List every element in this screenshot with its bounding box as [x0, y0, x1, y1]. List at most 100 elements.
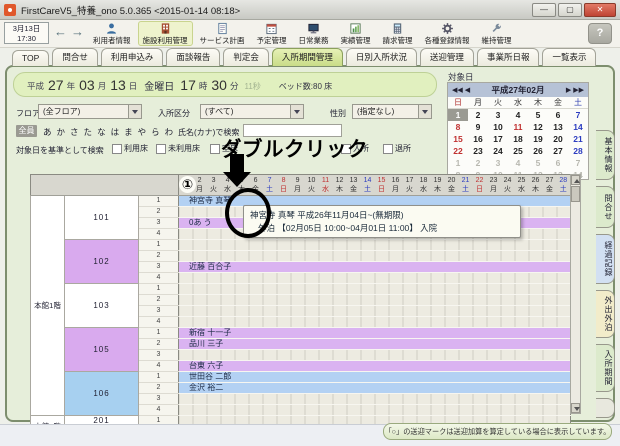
calendar-day[interactable]: 2: [468, 157, 488, 169]
kana-filter-や[interactable]: や: [138, 127, 147, 137]
calendar-day[interactable]: 4: [508, 157, 528, 169]
room-103[interactable]: 103: [65, 284, 139, 328]
side-tab-blank[interactable]: [596, 398, 615, 418]
room-102[interactable]: 102: [65, 240, 139, 284]
checkbox-box[interactable]: [156, 144, 166, 154]
kana-filter-ら[interactable]: ら: [151, 127, 160, 137]
floor-select[interactable]: (全フロア): [38, 104, 142, 119]
room-101[interactable]: 101: [65, 196, 139, 240]
occupancy-bar[interactable]: 台東 六子: [179, 361, 570, 371]
bed-timeline[interactable]: 近藤 百合子: [179, 262, 571, 273]
calendar-day[interactable]: 8: [448, 121, 468, 133]
toolbar-facility-usage-button[interactable]: 施設利用管理: [138, 21, 193, 46]
tab-送迎管理[interactable]: 送迎管理: [420, 48, 474, 66]
close-button[interactable]: ✕: [584, 3, 616, 17]
bed-timeline[interactable]: [179, 317, 571, 328]
chevron-down-icon[interactable]: [290, 105, 303, 118]
calendar-day[interactable]: 11: [508, 121, 528, 133]
side-tab-基本情報[interactable]: 基本情報: [596, 130, 615, 180]
calendar-day[interactable]: 5: [528, 157, 548, 169]
bed-timeline[interactable]: [179, 251, 571, 262]
occupancy-bar[interactable]: 近藤 百合子: [179, 262, 570, 272]
room-105[interactable]: 105: [65, 328, 139, 372]
kana-filter-か[interactable]: か: [57, 127, 66, 137]
bed-timeline[interactable]: [179, 405, 571, 416]
bed-timeline[interactable]: [179, 350, 571, 361]
room-106[interactable]: 106: [65, 372, 139, 416]
help-button[interactable]: ?: [588, 23, 612, 44]
kana-filter-ま[interactable]: ま: [124, 127, 133, 137]
calendar-day[interactable]: 4: [508, 109, 528, 121]
gender-select[interactable]: (指定なし): [352, 104, 432, 119]
checkbox-利用床[interactable]: 利用床: [112, 143, 148, 154]
chevron-down-icon[interactable]: [128, 105, 141, 118]
chevron-down-icon[interactable]: [418, 105, 431, 118]
occupancy-bar[interactable]: 金沢 裕二: [179, 383, 570, 393]
calendar-day[interactable]: 7: [568, 157, 588, 169]
title-bar[interactable]: FirstCareV5_特養_ono 5.0.365 <2015-01-14 0…: [0, 0, 620, 20]
next-month-icon[interactable]: ▶: [566, 86, 571, 94]
toolbar-service-plan-button[interactable]: サービス計画: [195, 21, 250, 46]
back-arrow-icon[interactable]: ←: [54, 24, 67, 39]
bed-timeline[interactable]: [179, 284, 571, 295]
forward-arrow-icon[interactable]: →: [71, 24, 84, 39]
calendar-day[interactable]: 9: [468, 121, 488, 133]
side-tab-外出外泊[interactable]: 外出外泊: [596, 290, 615, 338]
kana-all-button[interactable]: 全員: [16, 125, 37, 137]
checkbox-box[interactable]: [210, 144, 220, 154]
tab-問合せ[interactable]: 問合せ: [52, 48, 98, 66]
bed-timeline[interactable]: [179, 394, 571, 405]
calendar-day[interactable]: 3: [488, 109, 508, 121]
category-select[interactable]: (すべて): [200, 104, 304, 119]
scroll-up-icon[interactable]: [571, 175, 580, 185]
bed-timeline[interactable]: [179, 306, 571, 317]
next-year-icon[interactable]: ▶▶: [573, 86, 584, 94]
maximize-button[interactable]: ▢: [558, 3, 582, 17]
calendar-day[interactable]: 10: [488, 121, 508, 133]
bed-timeline[interactable]: [179, 273, 571, 284]
minimize-button[interactable]: —: [532, 3, 556, 17]
tab-事業所日報[interactable]: 事業所日報: [477, 48, 540, 66]
tab-一覧表示[interactable]: 一覧表示: [542, 48, 596, 66]
calendar-day[interactable]: 6: [548, 109, 568, 121]
kana-filter-た[interactable]: た: [84, 127, 93, 137]
toolbar-results-button[interactable]: 実績管理: [336, 21, 376, 46]
kana-filter-わ[interactable]: わ: [165, 127, 174, 137]
calendar-day[interactable]: 1: [448, 109, 468, 121]
calendar-day[interactable]: 5: [528, 109, 548, 121]
calendar-day[interactable]: 13: [548, 121, 568, 133]
bed-timeline[interactable]: [179, 295, 571, 306]
kana-filter-は[interactable]: は: [111, 127, 120, 137]
toolbar-daily-work-button[interactable]: 日常業務: [294, 21, 334, 46]
toolbar-registration-button[interactable]: 各種登録情報: [420, 21, 475, 46]
tab-判定会[interactable]: 判定会: [223, 48, 269, 66]
calendar-day[interactable]: 14: [568, 121, 588, 133]
bed-timeline[interactable]: 新宿 十一子: [179, 328, 571, 339]
side-tab-経過記録[interactable]: 経過記録: [596, 234, 615, 284]
prev-month-icon[interactable]: ◀: [465, 86, 470, 94]
kana-filter-あ[interactable]: あ: [43, 127, 52, 137]
occupancy-bar[interactable]: 新宿 十一子: [179, 328, 570, 338]
bed-timeline[interactable]: [179, 240, 571, 251]
calendar-day[interactable]: 6: [548, 157, 568, 169]
checkbox-box[interactable]: [383, 144, 393, 154]
tab-TOP[interactable]: TOP: [12, 50, 49, 66]
side-tab-問合せ[interactable]: 問合せ: [596, 186, 615, 228]
tab-入所期間管理[interactable]: 入所期間管理: [272, 48, 343, 66]
scroll-down-icon[interactable]: [571, 403, 580, 413]
calendar-day[interactable]: 7: [568, 109, 588, 121]
toolbar-user-info-button[interactable]: 利用者情報: [88, 21, 136, 46]
kana-filter-さ[interactable]: さ: [70, 127, 79, 137]
checkbox-未利用床[interactable]: 未利用床: [156, 143, 200, 154]
tab-利用申込み[interactable]: 利用申込み: [101, 48, 164, 66]
calendar-day[interactable]: 12: [528, 121, 548, 133]
occupancy-bar[interactable]: 世田谷 二郎: [179, 372, 570, 382]
occupancy-bar[interactable]: 品川 三子: [179, 339, 570, 349]
scrollbar-thumb[interactable]: [571, 186, 580, 202]
prev-year-icon[interactable]: ◀◀: [452, 86, 463, 94]
toolbar-schedule-button[interactable]: 予定管理: [252, 21, 292, 46]
tab-面談報告[interactable]: 面談報告: [166, 48, 220, 66]
toolbar-billing-button[interactable]: 請求管理: [378, 21, 418, 46]
checkbox-box[interactable]: [112, 144, 122, 154]
bed-timeline[interactable]: 金沢 裕二: [179, 383, 571, 394]
